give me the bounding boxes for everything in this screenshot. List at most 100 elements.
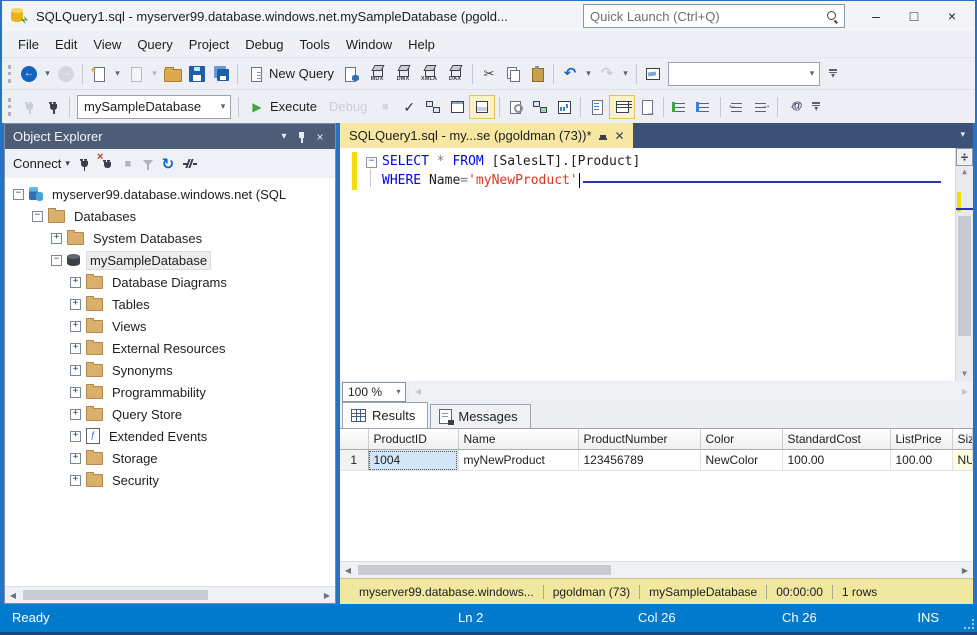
split-editor-handle[interactable] [956, 148, 973, 166]
column-header-color[interactable]: Color [700, 429, 782, 450]
tree-item-databases[interactable]: −Databases [5, 205, 335, 227]
undo-button[interactable] [558, 62, 582, 86]
plug-button[interactable] [41, 95, 65, 119]
tab-messages[interactable]: Messages [430, 404, 530, 428]
expand-toggle-icon[interactable]: + [70, 431, 81, 442]
zoom-selector[interactable]: 100 % ▾ [342, 382, 406, 402]
parse-button[interactable] [397, 95, 421, 119]
add-item-menu-caret-icon[interactable]: ▾ [148, 62, 161, 86]
menu-view[interactable]: View [85, 33, 129, 56]
comment-button[interactable] [668, 95, 692, 119]
results-hscrollbar[interactable]: ◀ ▶ [340, 561, 973, 578]
panel-close-icon[interactable]: × [311, 128, 329, 146]
cut-button[interactable] [477, 62, 501, 86]
template-parameters-button[interactable] [782, 95, 806, 119]
undo-menu-caret-icon[interactable]: ▾ [582, 62, 595, 86]
grid-cell[interactable]: 1004 [368, 450, 458, 471]
grid-cell[interactable]: myNewProduct [458, 450, 578, 471]
scroll-thumb[interactable] [958, 216, 971, 336]
redo-menu-caret-icon[interactable]: ▾ [619, 62, 632, 86]
new-file-menu-caret-icon[interactable]: ▾ [111, 62, 124, 86]
scroll-right-icon[interactable]: ▶ [957, 387, 973, 396]
tree-item-mysampledatabase[interactable]: −mySampleDatabase [5, 249, 335, 271]
tree-item-storage[interactable]: +Storage [5, 447, 335, 469]
connect-plug-icon[interactable] [76, 156, 92, 172]
tab-close-icon[interactable]: ✕ [615, 130, 625, 142]
expand-toggle-icon[interactable]: + [70, 387, 81, 398]
grid-cell[interactable]: 123456789 [578, 450, 700, 471]
quick-launch-box[interactable]: Quick Launch (Ctrl+Q) [583, 4, 845, 28]
decrease-indent-button[interactable] [725, 95, 749, 119]
tab-results[interactable]: Results [342, 402, 428, 428]
query-tab[interactable]: SQLQuery1.sql - my...se (pgoldman (73))*… [340, 123, 633, 148]
resize-grip[interactable] [964, 619, 974, 629]
tree-item-query-store[interactable]: +Query Store [5, 403, 335, 425]
tree-item-extended-events[interactable]: +Extended Events [5, 425, 335, 447]
scroll-left-icon[interactable]: ◀ [410, 387, 426, 396]
menu-debug[interactable]: Debug [237, 33, 291, 56]
dax-query-button[interactable]: DAX [442, 62, 468, 86]
stop-button[interactable] [373, 95, 397, 119]
column-header-standardcost[interactable]: StandardCost [782, 429, 890, 450]
menu-file[interactable]: File [10, 33, 47, 56]
tab-list-caret-icon[interactable]: ▾ [960, 129, 965, 140]
open-folder-button[interactable] [161, 62, 185, 86]
toolbar1-overflow-button[interactable]: ▾ [825, 62, 841, 86]
editor-hscrollbar[interactable]: ◀ ▶ [410, 383, 973, 400]
menu-query[interactable]: Query [129, 33, 180, 56]
copy-button[interactable] [501, 62, 525, 86]
menu-project[interactable]: Project [181, 33, 237, 56]
expand-toggle-icon[interactable]: + [70, 453, 81, 464]
paste-button[interactable] [525, 62, 549, 86]
maximize-button[interactable]: □ [897, 4, 931, 28]
grid-cell[interactable]: 100.00 [890, 450, 952, 471]
disconnect-icon[interactable] [98, 156, 114, 172]
connect-gray-button[interactable] [17, 95, 41, 119]
query-options-button[interactable] [445, 95, 469, 119]
expand-toggle-icon[interactable]: + [70, 409, 81, 420]
tree-item-myserver99-database-windows-net-sql[interactable]: −myserver99.database.windows.net (SQL [5, 183, 335, 205]
results-pane-button[interactable] [469, 95, 495, 119]
stop-icon[interactable] [120, 156, 136, 172]
menu-window[interactable]: Window [338, 33, 400, 56]
expand-toggle-icon[interactable]: + [51, 233, 62, 244]
back-menu-caret-icon[interactable]: ▾ [41, 62, 54, 86]
execute-button[interactable]: Execute [243, 95, 323, 119]
scroll-left-icon[interactable]: ◀ [5, 591, 21, 600]
tab-pin-icon[interactable] [599, 130, 608, 141]
tree-item-programmability[interactable]: +Programmability [5, 381, 335, 403]
grid-cell[interactable]: NewColor [700, 450, 782, 471]
tree-item-synonyms[interactable]: +Synonyms [5, 359, 335, 381]
expand-toggle-icon[interactable]: + [70, 321, 81, 332]
new-file-button[interactable] [87, 62, 111, 86]
expand-toggle-icon[interactable]: − [32, 211, 43, 222]
add-item-button[interactable] [124, 62, 148, 86]
expand-toggle-icon[interactable]: − [51, 255, 62, 266]
xmla-query-button[interactable]: XMLA [416, 62, 442, 86]
object-explorer-hscrollbar[interactable]: ◀ ▶ [5, 586, 335, 603]
expand-toggle-icon[interactable]: + [70, 365, 81, 376]
selection-window-button[interactable] [641, 62, 665, 86]
back-button[interactable] [17, 62, 41, 86]
expand-toggle-icon[interactable]: + [70, 475, 81, 486]
expand-toggle-icon[interactable]: − [13, 189, 24, 200]
row-header-cell[interactable]: 1 [340, 450, 368, 471]
save-button[interactable] [185, 62, 209, 86]
debug-button[interactable]: Debug [323, 95, 373, 119]
menu-help[interactable]: Help [400, 33, 443, 56]
results-to-text-button[interactable] [585, 95, 609, 119]
minimize-button[interactable]: – [859, 4, 893, 28]
sql-editor[interactable]: − SELECT * FROM [SalesLT].[Product] WHER… [340, 148, 973, 381]
tree-item-views[interactable]: +Views [5, 315, 335, 337]
toolbar-grip[interactable] [8, 65, 11, 83]
editor-vscrollbar[interactable]: ▲ ▼ [955, 148, 973, 381]
client-statistics-button[interactable] [552, 95, 576, 119]
grid-cell[interactable]: NULL [952, 450, 973, 471]
tree-item-security[interactable]: +Security [5, 469, 335, 491]
find-combobox[interactable]: ▾ [668, 62, 820, 86]
scroll-right-icon[interactable]: ▶ [319, 591, 335, 600]
refresh-icon[interactable] [160, 156, 176, 172]
estimated-plan-button[interactable] [421, 95, 445, 119]
scroll-thumb[interactable] [23, 590, 208, 600]
scroll-right-icon[interactable]: ▶ [957, 566, 973, 575]
